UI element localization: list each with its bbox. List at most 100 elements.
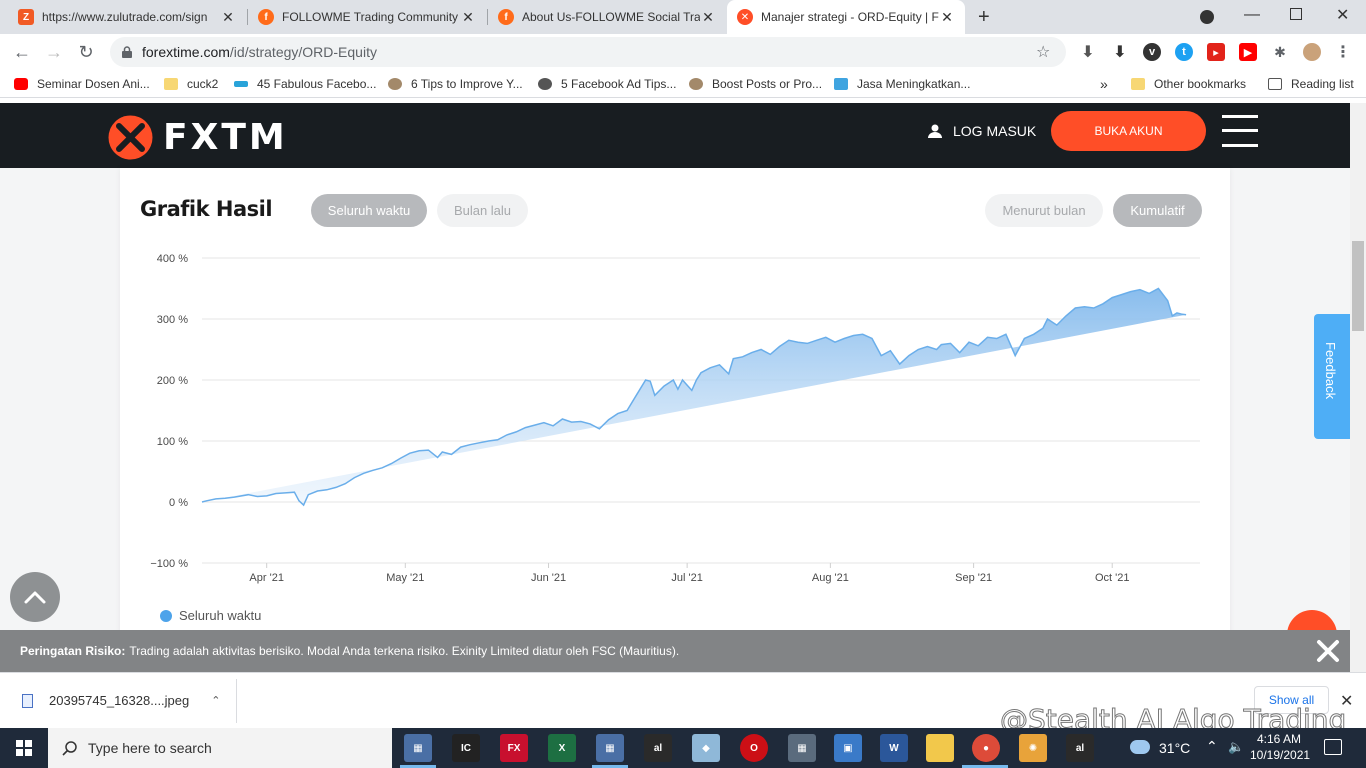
close-tab-icon[interactable]: ✕ bbox=[460, 9, 476, 26]
url-host: forextime.com bbox=[142, 44, 230, 60]
site-icon bbox=[834, 78, 848, 90]
file-explorer-icon[interactable] bbox=[926, 734, 954, 762]
tab-title: FOLLOWME Trading Community bbox=[282, 10, 459, 24]
temperature[interactable]: 31°C bbox=[1159, 740, 1190, 756]
browser-tab-followme[interactable]: f FOLLOWME Trading Community ✕ bbox=[248, 0, 486, 34]
volume-icon[interactable]: 🔈 bbox=[1228, 739, 1244, 755]
browser-tab-fxtm-active[interactable]: ✕ Manajer strategi - ORD-Equity | F ✕ bbox=[727, 0, 965, 34]
browser-toolbar: ← → ↻ forextime.com/id/strategy/ORD-Equi… bbox=[0, 34, 1366, 70]
hamburger-menu-icon[interactable] bbox=[1222, 115, 1258, 147]
minimize-icon[interactable]: — bbox=[1244, 6, 1260, 24]
x-tick-label: Oct '21 bbox=[1095, 572, 1130, 584]
close-icon[interactable] bbox=[1314, 637, 1342, 665]
download-arrow-icon[interactable]: ⬇ bbox=[1111, 43, 1129, 61]
image-file-icon bbox=[22, 693, 33, 708]
brand-wordmark: FXTM bbox=[163, 117, 288, 158]
y-tick-label: 300 % bbox=[157, 314, 188, 326]
download-item[interactable]: 20395745_16328....jpeg ⌃ bbox=[22, 693, 220, 708]
login-link[interactable]: LOG MASUK bbox=[928, 123, 1036, 139]
chart-legend[interactable]: Seluruh waktu bbox=[160, 608, 261, 623]
reading-list-button[interactable]: Reading list bbox=[1268, 76, 1354, 92]
bookmark-label: cuck2 bbox=[187, 77, 219, 91]
y-tick-label: 200 % bbox=[157, 375, 188, 387]
page-viewport: FXTM LOG MASUK BUKA AKUN Grafik Hasil Se… bbox=[0, 103, 1350, 672]
browser-menu-icon[interactable]: ⋮ bbox=[1334, 43, 1352, 61]
address-bar[interactable]: forextime.com/id/strategy/ORD-Equity ☆ bbox=[110, 37, 1066, 67]
y-tick-label: −100 % bbox=[150, 558, 188, 570]
bookmark-item[interactable]: Jasa Meningkatkan... bbox=[834, 76, 970, 92]
reload-icon[interactable]: ↻ bbox=[74, 40, 98, 64]
calculator-icon[interactable]: ▦ bbox=[788, 734, 816, 762]
bookmark-item[interactable]: 5 Facebook Ad Tips... bbox=[538, 76, 676, 92]
bookmark-label: Reading list bbox=[1291, 77, 1354, 91]
page-scrollbar[interactable] bbox=[1350, 103, 1366, 672]
taskbar-app-icon[interactable]: ✺ bbox=[1019, 734, 1047, 762]
notifications-icon[interactable] bbox=[1324, 739, 1342, 755]
feedback-label: Feedback bbox=[1323, 342, 1338, 400]
opera-icon[interactable]: O bbox=[740, 734, 768, 762]
restore-icon[interactable] bbox=[1290, 8, 1302, 20]
close-tab-icon[interactable]: ✕ bbox=[939, 9, 955, 26]
weather-cloud-icon[interactable] bbox=[1130, 740, 1150, 754]
bookmark-item[interactable]: 6 Tips to Improve Y... bbox=[388, 76, 523, 92]
bookmark-label: 5 Facebook Ad Tips... bbox=[561, 77, 677, 91]
fxtm-logo-icon bbox=[108, 115, 153, 160]
fxpro-app-icon[interactable]: FX bbox=[500, 734, 528, 762]
x-tick-label: Jun '21 bbox=[531, 572, 566, 584]
browser-tab-followme-about[interactable]: f About Us-FOLLOWME Social Trad ✕ bbox=[488, 0, 726, 34]
other-bookmarks-folder[interactable]: Other bookmarks bbox=[1131, 76, 1246, 92]
taskbar-clock[interactable]: 4:16 AM 10/19/2021 bbox=[1250, 731, 1310, 763]
taskbar-search-box[interactable]: Type here to search bbox=[48, 728, 392, 768]
legend-label: Seluruh waktu bbox=[179, 608, 262, 623]
bookmark-star-icon[interactable]: ☆ bbox=[1036, 42, 1050, 62]
extensions-puzzle-icon[interactable]: ✱ bbox=[1271, 43, 1289, 61]
login-label: LOG MASUK bbox=[953, 123, 1037, 139]
windows-start-button[interactable] bbox=[0, 728, 48, 768]
vs-extension-icon[interactable]: v bbox=[1143, 43, 1161, 61]
alpari-app-icon[interactable]: al bbox=[1066, 734, 1094, 762]
scroll-to-top-button[interactable] bbox=[10, 572, 60, 622]
open-account-button[interactable]: BUKA AKUN bbox=[1051, 111, 1206, 151]
profile-avatar[interactable] bbox=[1303, 43, 1321, 61]
tab-search-icon[interactable] bbox=[1200, 10, 1214, 24]
download-arrow-icon[interactable]: ⬇ bbox=[1079, 43, 1097, 61]
bookmarks-overflow-button[interactable]: » bbox=[1100, 76, 1108, 92]
twitter-icon[interactable]: t bbox=[1175, 43, 1193, 61]
youtube-icon bbox=[14, 78, 28, 90]
new-tab-icon[interactable]: + bbox=[978, 6, 990, 29]
feedback-tab[interactable]: Feedback bbox=[1314, 314, 1350, 439]
folder-icon bbox=[1131, 78, 1145, 90]
chevron-up-icon[interactable]: ⌃ bbox=[211, 694, 220, 707]
x-tick-label: Sep '21 bbox=[955, 572, 992, 584]
close-tab-icon[interactable]: ✕ bbox=[700, 9, 716, 26]
excel-icon[interactable]: X bbox=[548, 734, 576, 762]
bookmark-item[interactable]: Seminar Dosen Ani... bbox=[14, 76, 150, 92]
taskbar-app-icon[interactable]: ▦ bbox=[596, 734, 624, 762]
word-icon[interactable]: W bbox=[880, 734, 908, 762]
fxtm-logo[interactable]: FXTM bbox=[108, 115, 288, 160]
forward-arrow-icon[interactable]: → bbox=[42, 40, 66, 64]
chrome-icon[interactable]: ● bbox=[972, 734, 1000, 762]
bookmark-label: 6 Tips to Improve Y... bbox=[411, 77, 523, 91]
youtube-extension-icon[interactable]: ▶ bbox=[1239, 43, 1257, 61]
taskbar-app-icon[interactable]: ▣ bbox=[834, 734, 862, 762]
bookmark-item[interactable]: 45 Fabulous Facebo... bbox=[234, 76, 376, 92]
taskbar-app-icon[interactable]: ◆ bbox=[692, 734, 720, 762]
folder-icon bbox=[164, 78, 178, 90]
close-tab-icon[interactable]: ✕ bbox=[220, 9, 236, 26]
taskbar-app-icon[interactable]: IC bbox=[452, 734, 480, 762]
media-extension-icon[interactable]: ▸ bbox=[1207, 43, 1225, 61]
chevron-up-icon bbox=[24, 591, 46, 604]
bookmark-item[interactable]: Boost Posts or Pro... bbox=[689, 76, 822, 92]
taskbar-app-icon[interactable]: ▦ bbox=[404, 734, 432, 762]
scrollbar-thumb[interactable] bbox=[1352, 241, 1364, 331]
back-arrow-icon[interactable]: ← bbox=[10, 40, 34, 64]
legend-swatch bbox=[160, 609, 172, 622]
tray-chevron-icon[interactable]: ⌃ bbox=[1206, 738, 1218, 755]
alpari-app-icon[interactable]: al bbox=[644, 734, 672, 762]
x-tick-label: May '21 bbox=[386, 572, 424, 584]
tab-title: About Us-FOLLOWME Social Trad bbox=[522, 10, 700, 24]
bookmark-item[interactable]: cuck2 bbox=[164, 76, 218, 92]
browser-tab-zulutrade[interactable]: Z https://www.zulutrade.com/sign ✕ bbox=[8, 0, 246, 34]
window-close-icon[interactable]: ✕ bbox=[1336, 5, 1349, 25]
